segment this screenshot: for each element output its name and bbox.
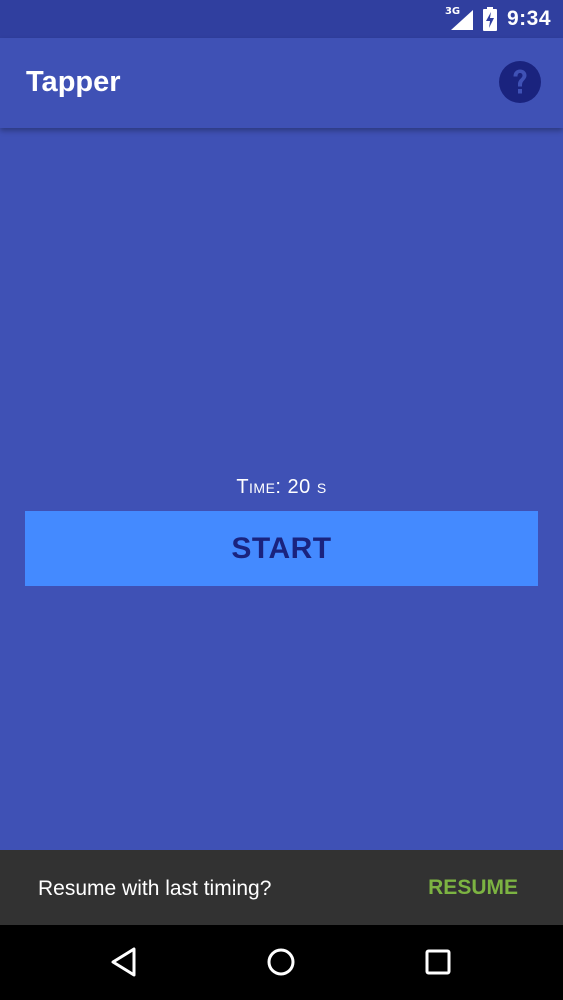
home-button[interactable] [263, 944, 299, 980]
status-clock: 9:34 [506, 7, 551, 30]
start-button[interactable]: START [25, 511, 538, 586]
home-icon [267, 948, 295, 976]
status-icons: 3G 9:34 [445, 0, 551, 38]
app-bar: Tapper [0, 38, 563, 128]
time-label: Time: 20 s [0, 476, 563, 499]
recents-button[interactable] [420, 944, 456, 980]
network-indicator: 3G [445, 6, 473, 31]
snackbar: Resume with last timing? RESUME [0, 850, 563, 925]
app-screen: 3G 9:34 Tapper Time: 20 s START Resume w… [0, 0, 563, 1000]
battery-charging-icon [482, 7, 497, 31]
status-bar: 3G 9:34 [0, 0, 563, 38]
back-icon [111, 947, 136, 977]
help-icon [513, 69, 527, 94]
help-button[interactable] [499, 61, 541, 103]
signal-icon [450, 10, 473, 30]
back-button[interactable] [106, 944, 142, 980]
time-label-text: Time: 20 s [236, 476, 327, 498]
navigation-bar [0, 925, 563, 1000]
app-title: Tapper [26, 66, 121, 98]
main-content: Time: 20 s START [0, 128, 563, 850]
resume-button[interactable]: RESUME [428, 876, 518, 900]
snackbar-message: Resume with last timing? [38, 877, 272, 900]
recents-icon [425, 949, 451, 975]
